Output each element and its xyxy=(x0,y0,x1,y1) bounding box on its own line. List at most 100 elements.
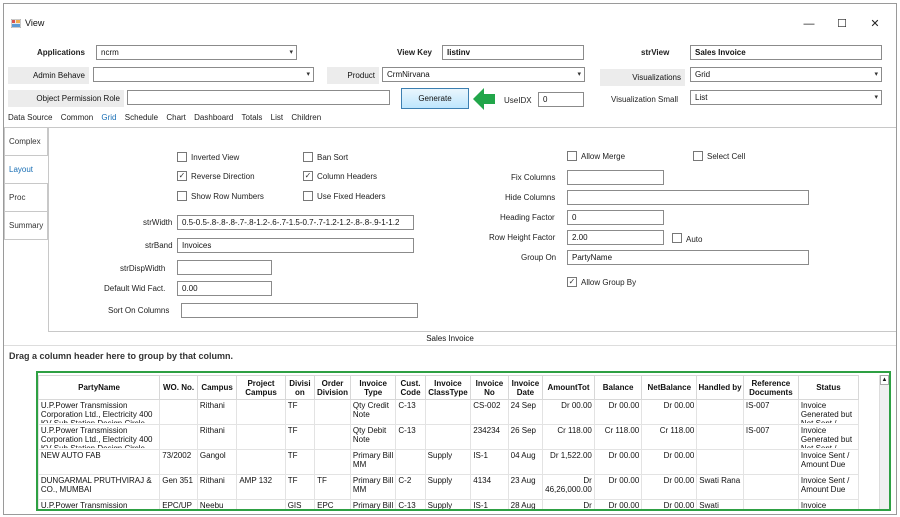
side-tab-summary[interactable]: Summary xyxy=(4,212,48,240)
column-header[interactable]: Invoice ClassType xyxy=(424,375,472,400)
table-row[interactable]: U.P.Power Transmission Corporation Ltd.,… xyxy=(38,424,860,450)
column-header[interactable]: Project Campus xyxy=(236,375,286,400)
heading-input[interactable]: 0 xyxy=(567,210,664,225)
table-row[interactable]: DUNGARMAL PRUTHVIRAJ & CO., MUMBAI Gen 35… xyxy=(38,474,860,500)
tab-dashboard[interactable]: Dashboard xyxy=(194,113,233,122)
cell-text: Supply xyxy=(427,501,453,510)
column-headers-checkbox[interactable] xyxy=(303,171,313,181)
app-icon xyxy=(11,19,21,28)
defaultwid-input[interactable]: 0.00 xyxy=(177,281,272,296)
viewkey-input[interactable]: listinv xyxy=(442,45,584,60)
strband-label: strBand xyxy=(145,241,173,250)
cell-text: CS-002 xyxy=(473,401,501,410)
table-cell: Gangol xyxy=(196,449,238,475)
product-label: Product xyxy=(327,67,379,84)
table-cell xyxy=(314,424,351,450)
table-cell xyxy=(424,424,472,450)
column-header[interactable]: Balance xyxy=(593,375,643,400)
table-cell: TF xyxy=(284,399,316,425)
ban-sort-checkbox[interactable] xyxy=(303,152,313,162)
tab-chart[interactable]: Chart xyxy=(166,113,186,122)
side-tab-complex[interactable]: Complex xyxy=(4,128,48,156)
tab-common[interactable]: Common xyxy=(61,113,93,122)
table-cell xyxy=(696,449,744,475)
column-header[interactable]: Cust. Code xyxy=(395,375,426,400)
strwidth-input[interactable]: 0.5-0.5-.8-.8-.8-.7-.8-1.2-.6-.7-1.5-0.7… xyxy=(177,215,414,230)
tab-schedule[interactable]: Schedule xyxy=(125,113,158,122)
allow-merge-checkbox[interactable] xyxy=(567,151,577,161)
column-header[interactable]: Divisi on xyxy=(284,375,316,400)
table-row[interactable]: U.P.Power Transmission EPC/UP Neebu GIS EPC P… xyxy=(38,499,860,510)
table-cell: CS-002 xyxy=(470,399,509,425)
column-header[interactable]: NetBalance xyxy=(641,375,698,400)
column-header[interactable]: Handled by xyxy=(696,375,744,400)
table-cell: 234234 xyxy=(470,424,509,450)
select-cell-label: Select Cell xyxy=(707,152,746,161)
objperm-input[interactable] xyxy=(127,90,390,105)
fixcols-input[interactable] xyxy=(567,170,664,185)
table-cell xyxy=(236,399,286,425)
visualizations-value: Grid xyxy=(695,70,711,79)
adminbehave-select[interactable]: ▾ xyxy=(93,67,314,82)
column-header[interactable]: Invoice Date xyxy=(507,375,544,400)
vissmall-select[interactable]: List ▾ xyxy=(690,90,882,105)
column-header[interactable]: PartyName xyxy=(38,375,161,400)
cell-text xyxy=(746,451,796,473)
applications-value: ncrm xyxy=(101,48,119,57)
strdispwidth-input[interactable] xyxy=(177,260,272,275)
tab-grid[interactable]: Grid xyxy=(101,113,116,122)
sorton-input[interactable] xyxy=(181,303,418,318)
generate-button[interactable]: Generate xyxy=(401,88,469,109)
hidecols-input[interactable] xyxy=(567,190,809,205)
allow-merge-label: Allow Merge xyxy=(581,152,626,161)
auto-checkbox[interactable] xyxy=(672,233,682,243)
column-header[interactable]: Invoice Type xyxy=(349,375,397,400)
cell-text: IS-1 xyxy=(473,501,488,510)
use-fixed-headers-checkbox[interactable] xyxy=(303,191,313,201)
column-header[interactable]: Status xyxy=(797,375,860,400)
table-cell: EPC/UP xyxy=(159,499,198,509)
column-header[interactable]: Campus xyxy=(196,375,238,400)
close-icon[interactable]: ✕ xyxy=(861,14,889,34)
strband-input[interactable]: Invoices xyxy=(177,238,414,253)
tab-data-source[interactable]: Data Source xyxy=(8,113,52,122)
show-row-numbers-checkbox[interactable] xyxy=(177,191,187,201)
reverse-direction-checkbox[interactable] xyxy=(177,171,187,181)
column-header[interactable]: Invoice No xyxy=(470,375,509,400)
side-tab-proc[interactable]: Proc xyxy=(4,184,48,212)
table-row[interactable]: NEW AUTO FAB 73/2002 Gangol TF Primary Bill … xyxy=(38,449,860,475)
table-cell: AMP 132 xyxy=(236,474,286,500)
cell-text xyxy=(428,401,469,423)
minimize-icon[interactable]: — xyxy=(795,14,823,34)
column-header[interactable]: Reference Documents xyxy=(742,375,799,400)
tab-list[interactable]: List xyxy=(271,113,283,122)
rowheight-input[interactable]: 2.00 xyxy=(567,230,664,245)
cell-text: 234234 xyxy=(473,426,500,435)
useidx-input[interactable]: 0 xyxy=(538,92,584,107)
column-header[interactable]: Order Division xyxy=(314,375,351,400)
maximize-icon[interactable]: ☐ xyxy=(828,14,856,34)
strview-input[interactable]: Sales Invoice xyxy=(690,45,882,60)
side-tab-layout[interactable]: Layout xyxy=(4,156,48,184)
grid-scrollbar[interactable]: ▲ xyxy=(879,375,889,509)
useidx-label: UseIDX xyxy=(504,96,532,105)
column-header[interactable]: WO. No. xyxy=(159,375,198,400)
table-cell: Qty Debit Note xyxy=(349,424,397,450)
visualizations-select[interactable]: Grid ▾ xyxy=(690,67,882,82)
select-cell-checkbox[interactable] xyxy=(693,151,703,161)
fixcols-label: Fix Columns xyxy=(511,173,556,182)
column-header[interactable]: AmountTot xyxy=(542,375,595,400)
tab-totals[interactable]: Totals xyxy=(242,113,263,122)
tab-children[interactable]: Children xyxy=(291,113,321,122)
cell-text: C-13 xyxy=(398,401,416,410)
allow-group-by-checkbox[interactable] xyxy=(567,277,577,287)
cell-text: U.P.Power Transmission Corporation Ltd.,… xyxy=(40,426,153,448)
product-select[interactable]: CrmNirvana ▾ xyxy=(382,67,585,82)
groupon-input[interactable]: PartyName xyxy=(567,250,809,265)
scroll-up-icon[interactable]: ▲ xyxy=(880,375,889,385)
applications-select[interactable]: ncrm ▾ xyxy=(96,45,297,60)
cell-text: Dr 00.00 xyxy=(663,451,695,460)
table-row[interactable]: U.P.Power Transmission Corporation Ltd.,… xyxy=(38,399,860,425)
group-by-hint[interactable]: Drag a column header here to group by th… xyxy=(9,351,233,361)
inverted-view-checkbox[interactable] xyxy=(177,152,187,162)
